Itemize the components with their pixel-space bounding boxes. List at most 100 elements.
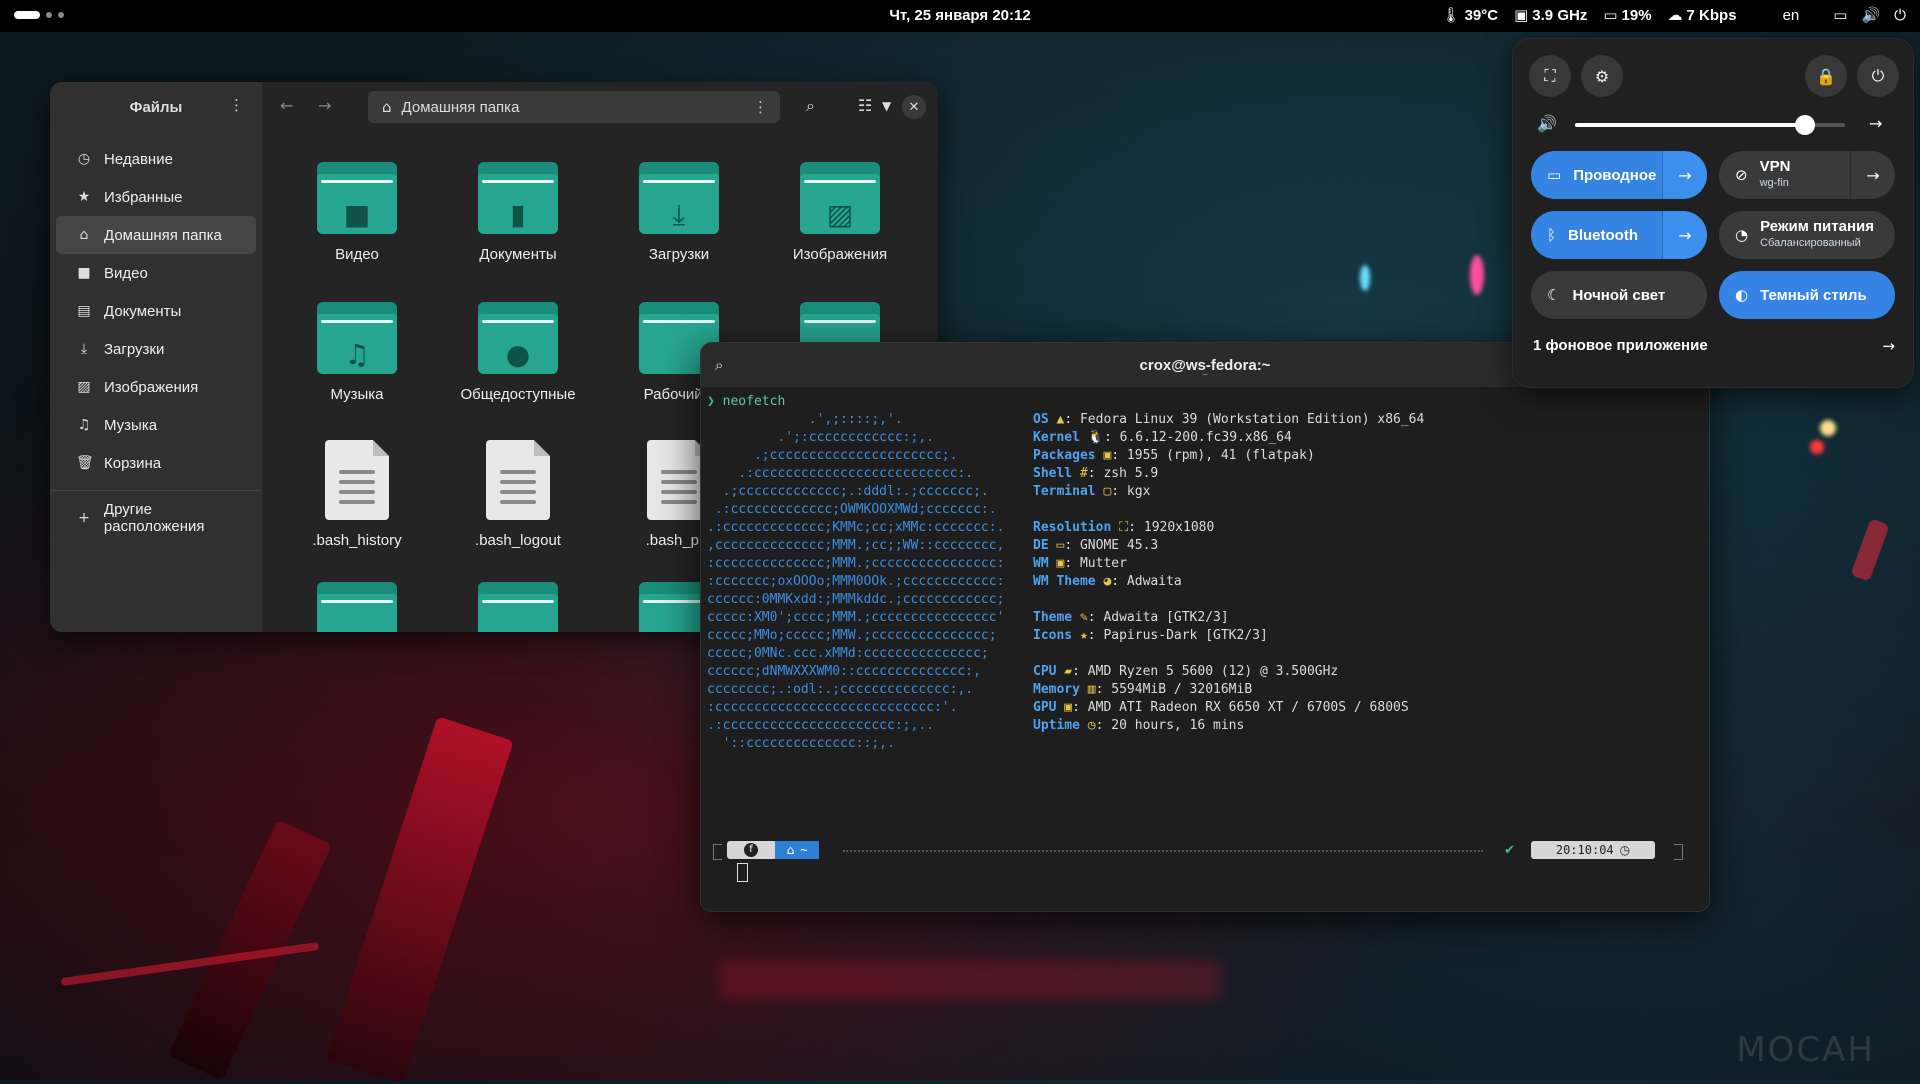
ascii-line: ccccc;0MNc.ccc.xMMd:ccccccccccccccc;	[707, 646, 989, 661]
prompt-filler	[843, 850, 1483, 852]
tile-label: Режим питания	[1760, 218, 1874, 235]
info-value: : Papirus-Dark [GTK2/3]	[1087, 628, 1268, 643]
tile-power-mode[interactable]: ◔ Режим питания Сбалансированный	[1719, 211, 1895, 259]
screenshot-button[interactable]: ⛶	[1529, 55, 1571, 97]
music-icon: ♫	[77, 417, 91, 433]
sidebar-item-trash[interactable]: 🗑 Корзина	[56, 444, 256, 482]
tile-vpn[interactable]: ⊘ VPN wg-fin →	[1719, 151, 1895, 199]
display-icon: ▭	[1833, 6, 1848, 24]
back-arrow-icon[interactable]: ←	[280, 96, 293, 115]
list-view-icon[interactable]: ☷	[858, 96, 872, 115]
info-line: WM ▣: Mutter	[1033, 555, 1424, 573]
wallpaper-light	[1470, 255, 1484, 295]
grid-file-bash-logout[interactable]: .bash_logout	[443, 440, 593, 549]
info-line	[1033, 591, 1424, 609]
text-cursor	[737, 863, 748, 882]
video-icon: ■	[343, 198, 371, 231]
info-key: Icons	[1033, 628, 1073, 643]
close-button[interactable]: ✕	[902, 95, 926, 119]
image-icon: ▨	[826, 198, 854, 231]
volume-slider-knob[interactable]	[1794, 115, 1815, 135]
power-profile-icon: ◔	[1735, 226, 1749, 244]
files-toolbar: ← → ⌂ Домашняя папка ⋮ ⌕ ☷ ▼ ✕	[262, 82, 938, 132]
clock-icon: ◷	[77, 151, 91, 167]
ascii-line: .:ccccccccccccc;KMMc;cc;xMMc:ccccccc:.	[707, 520, 1005, 535]
tile-sublabel: Сбалансированный	[1760, 237, 1861, 249]
terminal-window[interactable]: ⌕ crox@ws-fedora:~ ~ ❯ neofetch .',;::::…	[700, 342, 1710, 912]
grid-item-label: Изображения	[792, 246, 888, 263]
info-icon: 🐧	[1079, 430, 1104, 445]
text-file-icon	[486, 440, 550, 520]
info-value: : AMD ATI Radeon RX 6650 XT / 6700S / 68…	[1072, 700, 1409, 715]
grid-folder[interactable]	[443, 582, 593, 632]
grid-item-label: .bash_history	[312, 532, 402, 549]
lock-button[interactable]: 🔒	[1805, 55, 1847, 97]
grid-folder-pictures[interactable]: ▨ Изображения	[765, 162, 915, 263]
sidebar-item-recent[interactable]: ◷ Недавние	[56, 140, 256, 178]
search-icon[interactable]: ⌕	[806, 96, 815, 116]
info-icon: ▢	[1095, 484, 1112, 499]
grid-folder[interactable]	[282, 582, 432, 632]
tile-label: Ночной свет	[1572, 286, 1666, 304]
forward-arrow-icon[interactable]: →	[318, 96, 331, 115]
settings-button[interactable]: ⚙	[1581, 55, 1623, 97]
tile-wired-network[interactable]: ▭ Проводное →	[1531, 151, 1707, 199]
kebab-menu-icon[interactable]: ⋮	[229, 96, 244, 114]
ascii-line: ,cccccccccccccc;MMM.;cc;;WW::cccccccc,	[707, 538, 1005, 553]
arrow-right-icon[interactable]: →	[1662, 211, 1707, 259]
info-line: Kernel 🐧: 6.6.12-200.fc39.x86_64	[1033, 429, 1424, 447]
sidebar-item-home[interactable]: ⌂ Домашняя папка	[56, 216, 256, 254]
grid-folder-music[interactable]: ♫ Музыка	[282, 302, 432, 403]
home-icon: ⌂	[786, 843, 795, 857]
tile-bluetooth[interactable]: ᛒ Bluetooth →	[1531, 211, 1707, 259]
info-icon: ▰	[1056, 664, 1073, 679]
prompt-path: ~	[800, 843, 808, 857]
info-value: : 6.6.12-200.fc39.x86_64	[1103, 430, 1292, 445]
info-icon: ▥	[1079, 682, 1096, 697]
status-area[interactable]: 🌡 39°C ▣ 3.9 GHz ▭ 19% ☁ 7 Kbps en ▭ 🔊 ⏻	[1442, 6, 1906, 24]
arrow-right-icon: →	[1882, 337, 1895, 355]
sidebar-item-documents[interactable]: ▤ Документы	[56, 292, 256, 330]
keyboard-layout[interactable]: en	[1783, 7, 1800, 24]
tile-dark-style[interactable]: ◐ Темный стиль	[1719, 271, 1895, 319]
sidebar-item-other-locations[interactable]: + Другие расположения	[56, 499, 256, 537]
lock-icon: 🔒	[1816, 66, 1836, 86]
info-line: Icons ★: Papirus-Dark [GTK2/3]	[1033, 627, 1424, 645]
kebab-menu-icon[interactable]: ⋮	[753, 98, 768, 116]
background-apps-row[interactable]: 1 фоновое приложение →	[1533, 337, 1895, 355]
sidebar-item-downloads[interactable]: ⤓ Загрузки	[56, 330, 256, 368]
info-line: Packages ▣: 1955 (rpm), 41 (flatpak)	[1033, 447, 1424, 465]
info-key: Kernel	[1033, 430, 1080, 445]
wallpaper-streak	[326, 716, 514, 1084]
system-menu-button[interactable]: ▭ 🔊 ⏻	[1833, 6, 1906, 24]
prompt-bracket-right	[1674, 844, 1683, 860]
fedora-logo-icon: f	[744, 843, 758, 857]
grid-file-bash-history[interactable]: .bash_history	[282, 440, 432, 549]
grid-folder-downloads[interactable]: ⤓ Загрузки	[604, 162, 754, 263]
system-info: OS ▲: Fedora Linux 39 (Workstation Editi…	[1033, 411, 1424, 735]
volume-slider[interactable]	[1575, 115, 1845, 135]
sidebar-item-pictures[interactable]: ▨ Изображения	[56, 368, 256, 406]
distro-logo-ascii: .',;::::;,'. .';:cccccccccccc:;,. .;cccc…	[707, 411, 1004, 753]
terminal-body[interactable]: ❯ neofetch .',;::::;,'. .';:cccccccccccc…	[707, 393, 1703, 911]
arrow-right-icon[interactable]: →	[1869, 114, 1882, 133]
arrow-right-icon[interactable]: →	[1662, 151, 1707, 199]
tile-night-light[interactable]: ☾ Ночной свет	[1531, 271, 1707, 319]
chevron-down-icon[interactable]: ▼	[882, 99, 891, 113]
clock-icon: ◷	[1619, 843, 1631, 857]
info-value: : Mutter	[1064, 556, 1127, 571]
user-icon: ●	[505, 338, 531, 371]
grid-folder-video[interactable]: ■ Видео	[282, 162, 432, 263]
grid-folder-documents[interactable]: ▮ Документы	[443, 162, 593, 263]
ascii-line: '::cccccccccccccc::;,.	[707, 736, 895, 751]
arrow-right-icon[interactable]: →	[1850, 151, 1895, 199]
power-button[interactable]: ⏻	[1857, 55, 1899, 97]
sidebar-item-music[interactable]: ♫ Музыка	[56, 406, 256, 444]
grid-folder-public[interactable]: ● Общедоступные	[443, 302, 593, 403]
path-bar[interactable]: ⌂ Домашняя папка ⋮	[368, 91, 780, 123]
wallpaper-light	[1810, 440, 1824, 454]
sidebar-item-video[interactable]: ■ Видео	[56, 254, 256, 292]
battery-value: 19%	[1621, 6, 1652, 24]
sidebar-item-starred[interactable]: ★ Избранные	[56, 178, 256, 216]
info-key: Resolution	[1033, 520, 1112, 535]
